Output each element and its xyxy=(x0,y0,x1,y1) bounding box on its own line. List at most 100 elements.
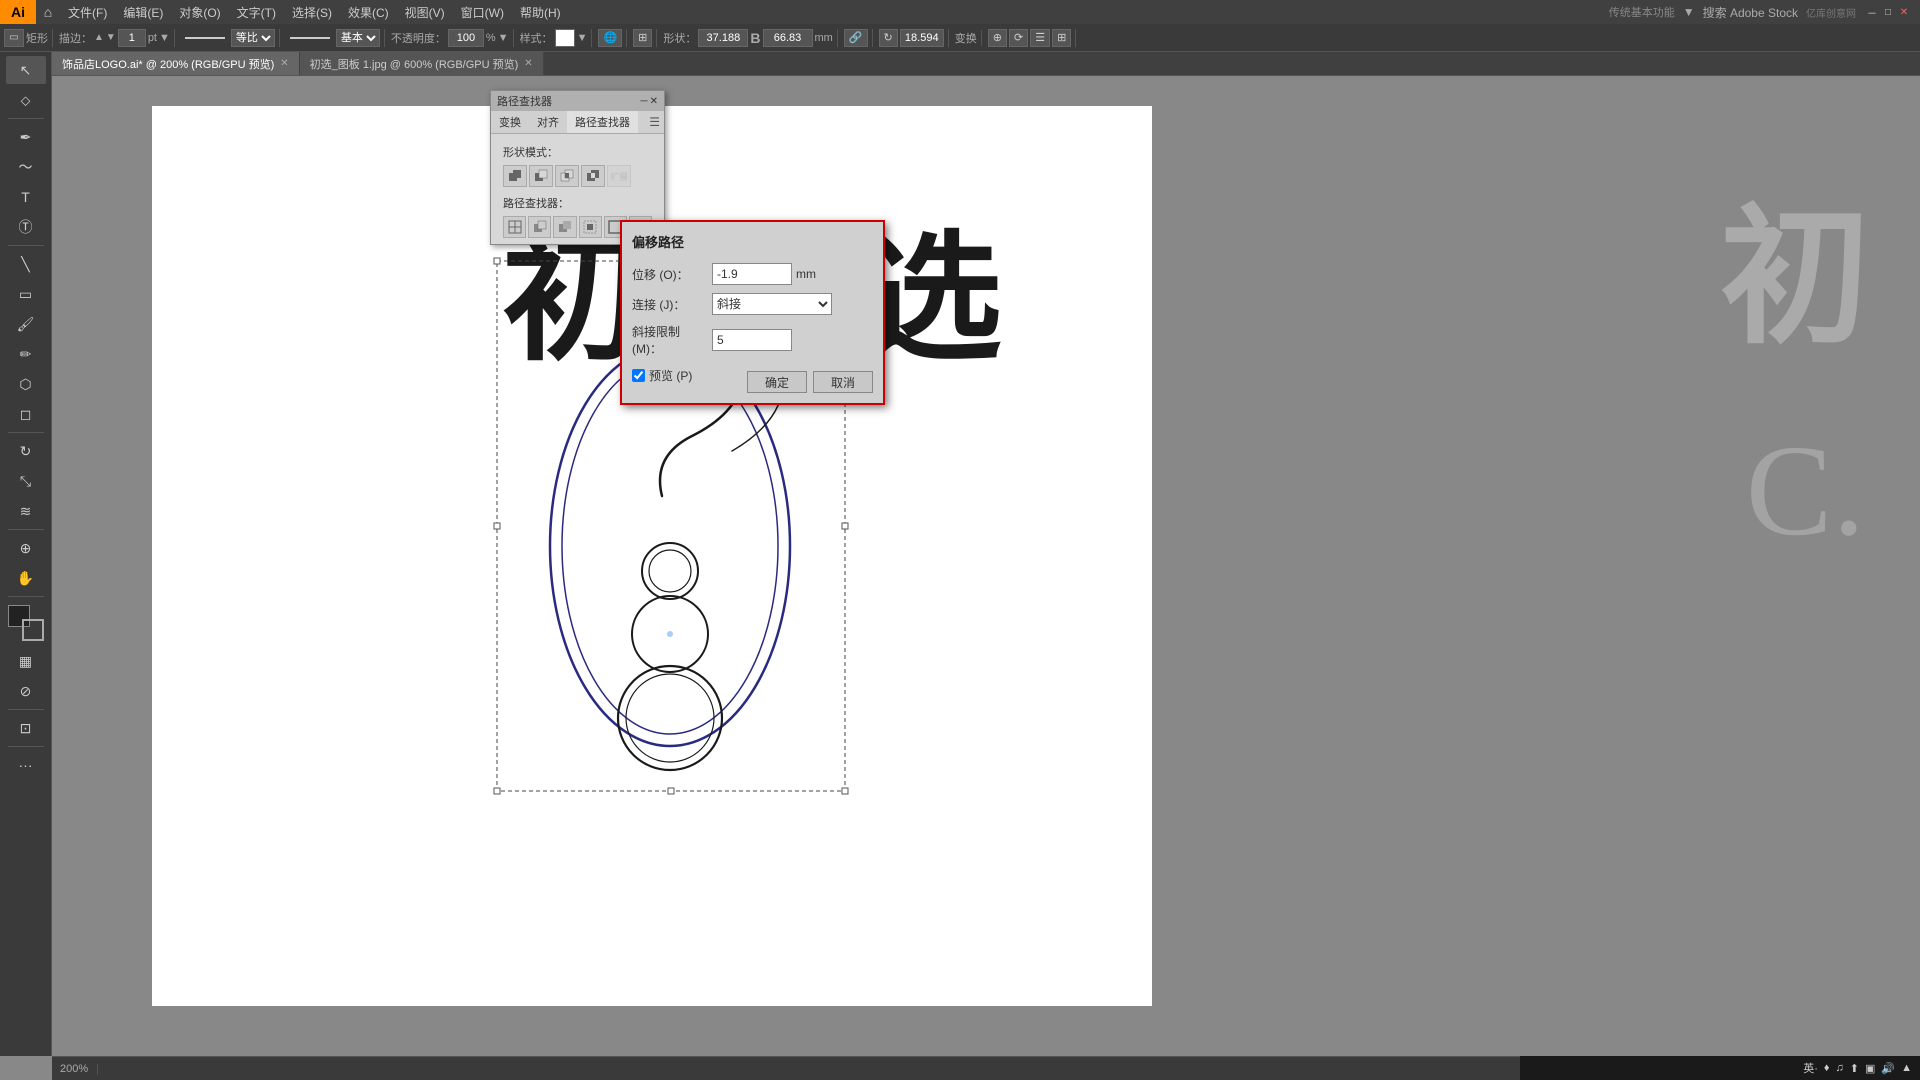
tab-initial-close[interactable]: ✕ xyxy=(524,58,532,69)
tray-ime[interactable]: 英· xyxy=(1803,1060,1818,1076)
rect-tool[interactable]: ▭ xyxy=(6,280,46,308)
menu-select[interactable]: 选择(S) xyxy=(284,0,340,24)
trim-icon[interactable] xyxy=(528,216,551,238)
menu-edit[interactable]: 编辑(E) xyxy=(115,0,171,24)
type-tool[interactable]: T xyxy=(6,183,46,211)
intersect-icon[interactable] xyxy=(555,165,579,187)
shape-dim-label: 形状： xyxy=(663,30,696,46)
menu-help[interactable]: 帮助(H) xyxy=(512,0,569,24)
divide-icon[interactable] xyxy=(503,216,526,238)
dropdown-icon[interactable]: ▼ xyxy=(1683,5,1695,19)
stroke-down-icon[interactable]: ▼ xyxy=(106,32,116,43)
zoom-tool[interactable]: ⊕ xyxy=(6,534,46,562)
stroke-input[interactable] xyxy=(118,29,146,47)
stroke-type-select[interactable]: 等比 xyxy=(231,29,275,47)
menu-bar: Ai ⌂ 文件(F) 编辑(E) 对象(O) 文字(T) 选择(S) 效果(C)… xyxy=(0,0,1920,24)
menu-text[interactable]: 文字(T) xyxy=(229,0,284,24)
eyedropper-tool[interactable]: ⊘ xyxy=(6,677,46,705)
preview-checkbox[interactable] xyxy=(632,369,645,382)
opacity-input[interactable]: 100 xyxy=(448,29,484,47)
panel-title-bar[interactable]: 路径查找器 ─ ✕ xyxy=(491,91,664,111)
merge-icon[interactable] xyxy=(553,216,576,238)
extra-icon3[interactable]: ☰ xyxy=(1030,29,1050,47)
panel-collapse-icon[interactable]: ─ xyxy=(641,96,648,107)
align-icon[interactable]: ⊞ xyxy=(633,29,652,47)
shape-label: 矩形 xyxy=(26,30,48,46)
restore-button[interactable]: □ xyxy=(1880,4,1896,20)
panel-tab-align[interactable]: 对齐 xyxy=(529,111,567,133)
more-tools[interactable]: ··· xyxy=(6,751,46,779)
join-select[interactable]: 斜接 圆角 斜切 xyxy=(712,293,832,315)
ok-button[interactable]: 确定 xyxy=(747,371,807,393)
style-dropdown-icon[interactable]: ▼ xyxy=(577,32,588,44)
shaper-tool[interactable]: ⬡ xyxy=(6,370,46,398)
hand-tool[interactable]: ✋ xyxy=(6,564,46,592)
paintbrush-tool[interactable]: 🖌 xyxy=(6,310,46,338)
gradient-tool[interactable]: ▦ xyxy=(6,647,46,675)
eraser-tool[interactable]: ◻ xyxy=(6,400,46,428)
panel-close-icon[interactable]: ✕ xyxy=(650,96,658,107)
menu-view[interactable]: 视图(V) xyxy=(397,0,453,24)
crop-icon[interactable] xyxy=(579,216,602,238)
globe-icon[interactable]: 🌐 xyxy=(598,29,622,47)
stroke-color[interactable] xyxy=(22,619,44,641)
style-swatch[interactable] xyxy=(555,29,575,47)
touch-type-tool[interactable]: Ⓣ xyxy=(6,213,46,241)
tray-icon6[interactable]: ▲ xyxy=(1901,1062,1912,1074)
tool-separator-1 xyxy=(8,118,44,119)
extra-icon2[interactable]: ⟳ xyxy=(1009,29,1028,47)
panel-menu-icon[interactable]: ☰ xyxy=(649,115,660,129)
right-deco-text2: C. xyxy=(1746,416,1865,566)
home-icon[interactable]: ⌂ xyxy=(36,0,60,24)
stroke-up-icon[interactable]: ▲ xyxy=(94,32,104,43)
stroke-dropdown-icon[interactable]: ▼ xyxy=(159,32,170,44)
rotate-input[interactable] xyxy=(900,29,944,47)
artboard-tool[interactable]: ⊡ xyxy=(6,714,46,742)
constrain-icon[interactable]: 🔗 xyxy=(844,29,868,47)
height-input[interactable]: 66.83 xyxy=(763,29,813,47)
extra-icon1[interactable]: ⊕ xyxy=(988,29,1007,47)
unite-icon[interactable] xyxy=(503,165,527,187)
menu-object[interactable]: 对象(O) xyxy=(171,0,228,24)
tray-icon4[interactable]: ▣ xyxy=(1865,1062,1875,1075)
menu-effect[interactable]: 效果(C) xyxy=(340,0,397,24)
rotate-icon[interactable]: ↻ xyxy=(879,29,898,47)
tray-icon5[interactable]: 🔊 xyxy=(1881,1062,1895,1075)
tray-icon2[interactable]: ♫ xyxy=(1836,1062,1844,1074)
close-button[interactable]: ✕ xyxy=(1896,4,1912,20)
minimize-button[interactable]: － xyxy=(1864,4,1880,20)
tab-logo[interactable]: 饰品店LOGO.ai* @ 200% (RGB/GPU 预览) ✕ xyxy=(52,52,300,75)
curvature-tool[interactable]: 〜 xyxy=(6,153,46,181)
pencil-tool[interactable]: ✏ xyxy=(6,340,46,368)
minus-front-icon[interactable] xyxy=(529,165,553,187)
scale-tool[interactable]: ⤡ xyxy=(6,467,46,495)
exclude-icon[interactable] xyxy=(581,165,605,187)
expand-icon[interactable]: 扩展 xyxy=(607,165,631,187)
opacity-dropdown-icon[interactable]: ▼ xyxy=(498,32,509,44)
select-tool[interactable]: ↖ xyxy=(6,56,46,84)
join-row: 连接 (J)： 斜接 圆角 斜切 xyxy=(632,293,873,315)
offset-input[interactable]: -1.9 xyxy=(712,263,792,285)
direct-select-tool[interactable]: ⬦ xyxy=(6,86,46,114)
tray-icon3[interactable]: ⬆ xyxy=(1850,1062,1859,1075)
extra-icon4[interactable]: ⊞ xyxy=(1052,29,1071,47)
tray-icon1[interactable]: ♦ xyxy=(1824,1062,1830,1074)
miter-label: 斜接限制 (M)： xyxy=(632,323,712,357)
tab-initial[interactable]: 初选_图板 1.jpg @ 600% (RGB/GPU 预览) ✕ xyxy=(300,52,544,75)
rotate-tool[interactable]: ↻ xyxy=(6,437,46,465)
line-tool[interactable]: ╲ xyxy=(6,250,46,278)
menu-file[interactable]: 文件(F) xyxy=(60,0,115,24)
panel-tab-pathfinder[interactable]: 路径查找器 xyxy=(567,111,638,133)
tab-logo-close[interactable]: ✕ xyxy=(280,58,288,69)
style-group: 样式： ▼ xyxy=(520,29,593,47)
join-label: 连接 (J)： xyxy=(632,296,712,313)
warp-tool[interactable]: ≋ xyxy=(6,497,46,525)
transform-group: 变换 xyxy=(955,30,982,46)
pen-tool[interactable]: ✒ xyxy=(6,123,46,151)
width-input[interactable]: 37.188 xyxy=(698,29,748,47)
menu-window[interactable]: 窗口(W) xyxy=(453,0,512,24)
panel-tab-transform[interactable]: 变换 xyxy=(491,111,529,133)
cancel-button[interactable]: 取消 xyxy=(813,371,873,393)
miter-input[interactable]: 5 xyxy=(712,329,792,351)
stroke-style-select[interactable]: 基本 xyxy=(336,29,380,47)
